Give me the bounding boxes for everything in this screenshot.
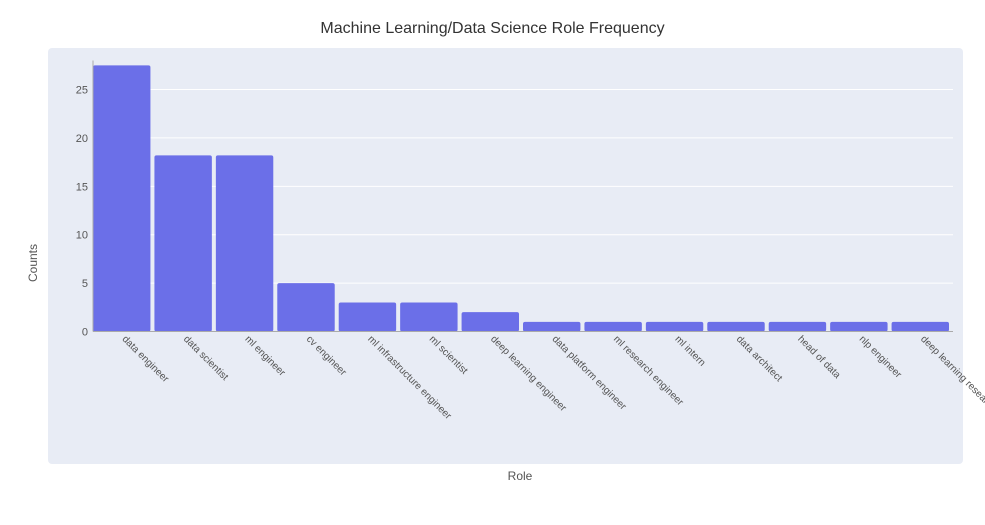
svg-text:deep learning researcher: deep learning researcher (918, 334, 985, 421)
svg-text:data scientist: data scientist (181, 334, 230, 383)
y-axis-label: Counts (23, 48, 43, 478)
svg-text:ml scientist: ml scientist (426, 334, 469, 377)
svg-text:0: 0 (81, 327, 87, 339)
chart-svg: 0 5 10 15 20 25 data engineerdata scientist ml … (48, 48, 963, 464)
svg-text:10: 10 (75, 230, 87, 242)
svg-text:ml engineer: ml engineer (242, 334, 287, 379)
svg-text:ml intern: ml intern (672, 334, 707, 369)
svg-text:15: 15 (75, 181, 87, 193)
svg-text:25: 25 (75, 85, 87, 97)
x-axis-label: Role (48, 469, 963, 483)
chart-container: Machine Learning/Data Science Role Frequ… (0, 0, 985, 525)
plot-area: 0 5 10 15 20 25 data engineerdata scientist ml … (48, 48, 963, 464)
svg-text:cv engineer: cv engineer (303, 334, 348, 379)
svg-text:20: 20 (75, 133, 87, 145)
chart-title: Machine Learning/Data Science Role Frequ… (320, 20, 664, 38)
svg-text:data engineer: data engineer (119, 334, 171, 386)
chart-area: Counts 0 5 10 15 20 25 data engineerdata scien… (23, 48, 963, 478)
svg-text:nlp engineer: nlp engineer (856, 334, 903, 381)
chart-inner: 0 5 10 15 20 25 data engineerdata scientist ml … (48, 48, 963, 478)
svg-text:data architect: data architect (733, 334, 783, 384)
svg-text:5: 5 (81, 278, 87, 290)
svg-text:head of data: head of data (795, 334, 842, 381)
